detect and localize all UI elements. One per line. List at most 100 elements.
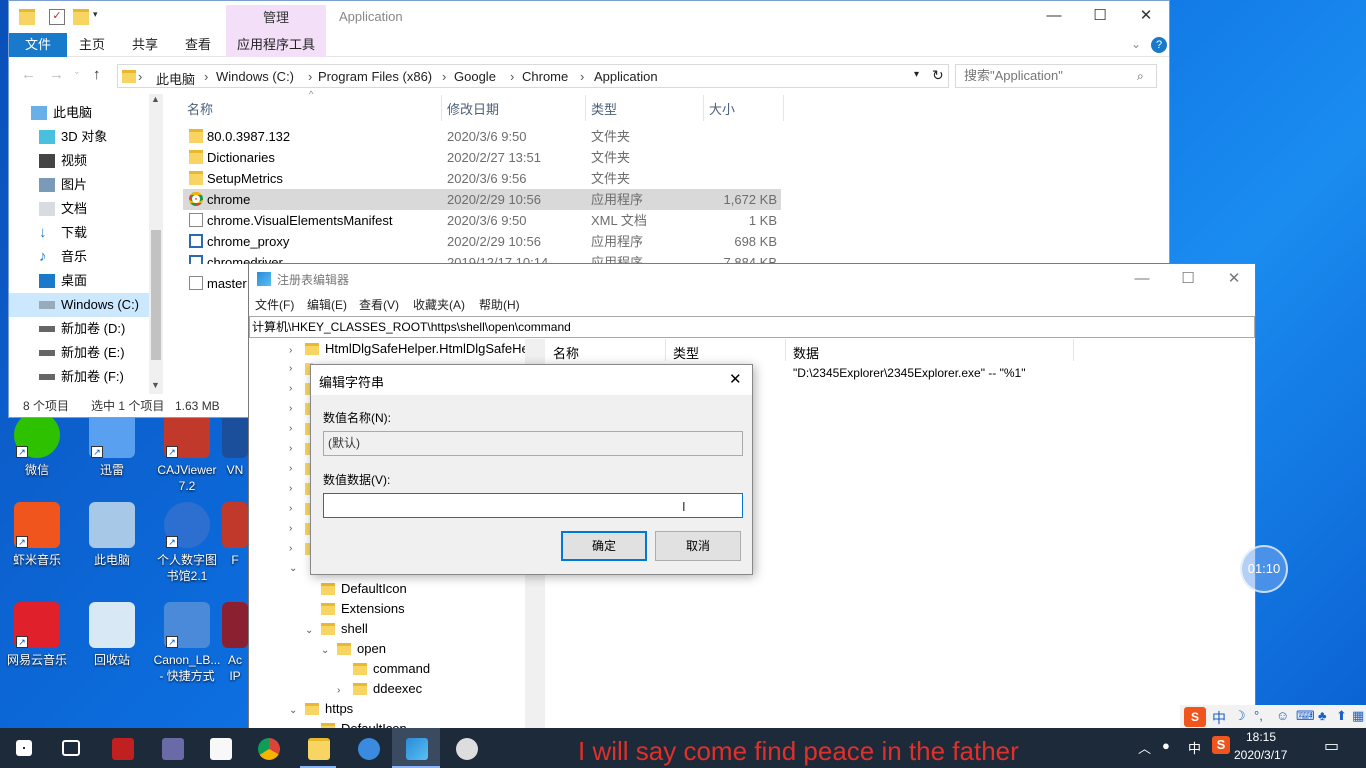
recent-locations-icon[interactable]: ⌄ [73, 66, 81, 77]
tree-node[interactable]: › HtmlDlgSafeHelper.HtmlDlgSafeHe [289, 339, 529, 359]
close-icon[interactable]: ✕ [729, 370, 742, 388]
column-separator[interactable] [441, 95, 442, 121]
notification-icon[interactable]: ▭ [1324, 736, 1339, 756]
breadcrumb-program-files[interactable]: Program Files (x86) [318, 69, 432, 84]
tree-node[interactable]: ⌄ open [321, 639, 386, 659]
input-language[interactable]: 中 [1188, 738, 1201, 757]
menu-file[interactable]: 文件(F) [255, 296, 294, 313]
shirt-icon[interactable]: ⬆ [1336, 708, 1347, 724]
maximize-button[interactable]: ☐ [1165, 268, 1211, 292]
tree-node-selected[interactable]: command [337, 659, 430, 679]
column-date[interactable]: 修改日期 [447, 99, 499, 118]
tree-node[interactable]: ⌄ shell [305, 619, 368, 639]
help-icon[interactable]: ? [1151, 37, 1167, 53]
desktop-icon-f[interactable]: F [222, 502, 248, 568]
collapse-icon[interactable]: ⌄ [289, 559, 297, 579]
maximize-button[interactable]: ☐ [1077, 5, 1123, 29]
nav-d-drive[interactable]: 新加卷 (D:) [9, 317, 149, 341]
back-arrow-icon[interactable]: ← [21, 66, 36, 83]
collapse-icon[interactable]: ⌄ [305, 621, 317, 641]
nav-scrollbar[interactable]: ▲ ▼ [149, 94, 163, 394]
registry-path-bar[interactable]: 计算机\HKEY_CLASSES_ROOT\https\shell\open\c… [249, 316, 1255, 338]
keyboard-icon[interactable]: ⌨ [1296, 708, 1315, 724]
desktop-icon-cajviewer[interactable]: ↗ CAJViewer 7.2 [152, 412, 222, 494]
nav-e-drive[interactable]: 新加卷 (E:) [9, 341, 149, 365]
value-data-field[interactable] [323, 493, 743, 518]
tab-home[interactable]: 主页 [65, 33, 119, 57]
search-input[interactable]: 搜索"Application" [955, 64, 1157, 88]
value-data[interactable]: "D:\2345Explorer\2345Explorer.exe" -- "%… [793, 366, 1026, 380]
desktop-icon-recycle-bin[interactable]: 回收站 [77, 602, 147, 668]
column-name[interactable]: 名称 [187, 99, 213, 118]
file-row[interactable]: chrome.VisualElementsManifest 2020/3/6 9… [183, 210, 781, 231]
desktop-icon-netease-music[interactable]: ↗ 网易云音乐 [2, 602, 72, 668]
up-arrow-icon[interactable]: ↑ [93, 66, 101, 83]
close-button[interactable]: ✕ [1123, 5, 1169, 29]
punctuation-icon[interactable]: °, [1254, 708, 1263, 723]
minimize-button[interactable]: — [1119, 268, 1165, 292]
menu-help[interactable]: 帮助(H) [479, 296, 520, 313]
minimize-button[interactable]: — [1031, 5, 1077, 29]
tree-node[interactable]: ⌄ https [289, 699, 353, 719]
desktop-icon-xunlei[interactable]: ↗ 迅雷 [77, 412, 147, 478]
column-separator[interactable] [785, 339, 786, 361]
nav-pictures[interactable]: 图片 [9, 173, 149, 197]
skin-icon[interactable]: ♣ [1318, 708, 1327, 723]
desktop-icon-ac[interactable]: Ac IP [222, 602, 248, 684]
expand-ribbon-icon[interactable]: ⌄ [1131, 37, 1141, 51]
column-name[interactable]: 名称 [553, 343, 579, 362]
taskbar-app-atm[interactable] [98, 728, 146, 768]
manage-tab[interactable]: 管理 [226, 5, 326, 33]
file-row[interactable]: master [183, 273, 249, 294]
clock-date[interactable]: 2020/3/17 [1234, 748, 1287, 762]
nav-downloads[interactable]: ↓ 下载 [9, 221, 149, 245]
tab-application-tools[interactable]: 应用程序工具 [226, 33, 326, 57]
scroll-down-icon[interactable]: ▼ [151, 380, 160, 390]
address-dropdown-icon[interactable]: ▾ [914, 69, 919, 80]
breadcrumb-c-drive[interactable]: Windows (C:) [216, 69, 294, 84]
breadcrumb-application[interactable]: Application [594, 69, 658, 84]
nav-desktop[interactable]: 桌面 [9, 269, 149, 293]
column-size[interactable]: 大小 [709, 99, 735, 118]
file-row[interactable]: Dictionaries 2020/2/27 13:51 文件夹 [183, 147, 781, 168]
tree-node[interactable]: Extensions [305, 599, 405, 619]
properties-icon[interactable]: ✓ [49, 9, 65, 25]
menu-edit[interactable]: 编辑(E) [307, 296, 347, 313]
column-separator[interactable] [783, 95, 784, 121]
recording-timer[interactable]: 01:10 [1240, 545, 1288, 593]
desktop-icon-xiami[interactable]: ↗ 虾米音乐 [2, 502, 72, 568]
ime-mode-chinese[interactable]: 中 [1212, 708, 1226, 728]
desktop-icon-this-pc[interactable]: 此电脑 [77, 502, 147, 568]
nav-documents[interactable]: 文档 [9, 197, 149, 221]
expand-icon[interactable]: › [337, 681, 349, 701]
forward-arrow-icon[interactable]: → [49, 66, 64, 83]
breadcrumb-google[interactable]: Google [454, 69, 496, 84]
sogou-tray-icon[interactable]: S [1212, 736, 1230, 754]
column-separator[interactable] [585, 95, 586, 121]
taskbar-app-player[interactable] [442, 728, 490, 768]
moon-icon[interactable]: ☽ [1234, 708, 1246, 724]
column-type[interactable]: 类型 [591, 99, 617, 118]
start-button[interactable] [0, 728, 48, 768]
tab-file[interactable]: 文件 [9, 33, 67, 57]
column-separator[interactable] [665, 339, 666, 361]
cancel-button[interactable]: 取消 [655, 531, 741, 561]
sogou-icon[interactable]: S [1184, 707, 1206, 727]
menu-view[interactable]: 查看(V) [359, 296, 399, 313]
customize-toolbar-icon[interactable]: ▾ [93, 9, 109, 25]
file-row[interactable]: SetupMetrics 2020/3/6 9:56 文件夹 [183, 168, 781, 189]
taskbar-app-explorer[interactable] [294, 728, 342, 768]
task-view-button[interactable] [48, 728, 96, 768]
collapse-icon[interactable]: ⌄ [321, 641, 333, 661]
emoji-icon[interactable]: ☺ [1276, 708, 1289, 723]
clock-time[interactable]: 18:15 [1246, 730, 1276, 744]
grid-icon[interactable]: ▦ [1352, 708, 1364, 724]
desktop-icon-vnc[interactable]: VN [222, 412, 248, 478]
collapse-icon[interactable]: ⌄ [289, 701, 301, 721]
expand-icon[interactable]: › [289, 341, 301, 361]
desktop-icon-wechat[interactable]: ↗ 微信 [2, 412, 72, 478]
column-data[interactable]: 数据 [793, 343, 819, 362]
file-row[interactable]: 80.0.3987.132 2020/3/6 9:50 文件夹 [183, 126, 781, 147]
taskbar-app-feather[interactable] [344, 728, 392, 768]
nav-3d-objects[interactable]: 3D 对象 [9, 125, 149, 149]
